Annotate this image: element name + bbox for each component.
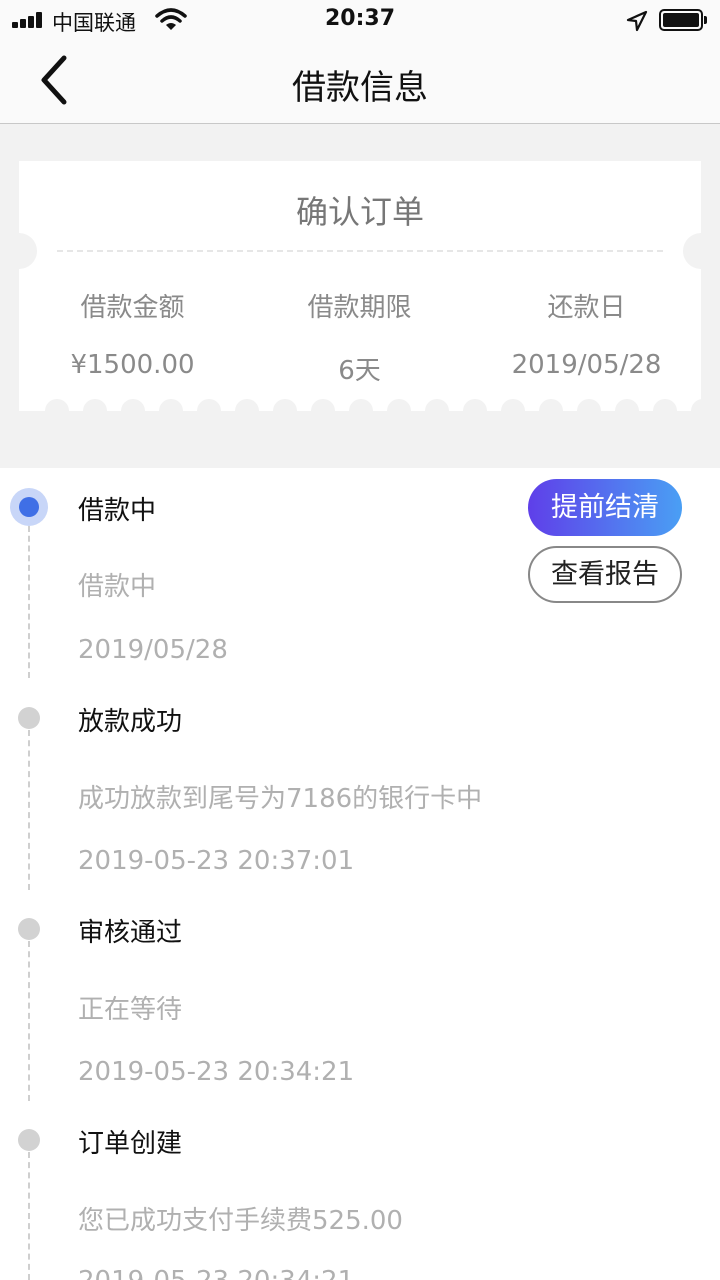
- timeline-item-title: 放款成功: [78, 707, 183, 737]
- scallop-cutout: [577, 399, 601, 413]
- order-ticket-card: 确认订单 借款金额 ¥1500.00 借款期限 6天 还款日 2019/05/2…: [1, 161, 719, 411]
- timeline-item-description: 借款中: [78, 572, 157, 602]
- timeline-item-description: 成功放款到尾号为7186的银行卡中: [78, 784, 483, 814]
- scallop-cutout: [425, 399, 449, 413]
- timeline-item-time: 2019-05-23 20:34:21: [78, 1057, 355, 1087]
- scallop-cutout: [501, 399, 525, 413]
- loan-amount-value: ¥1500.00: [70, 350, 195, 380]
- location-arrow-icon: [626, 10, 648, 32]
- repayment-date-label: 还款日: [547, 293, 626, 323]
- loan-term-label: 借款期限: [307, 293, 412, 323]
- scallop-cutout: [539, 399, 563, 413]
- ticket-scalloped-edge: [19, 399, 701, 413]
- order-summary-section: 确认订单 借款金额 ¥1500.00 借款期限 6天 还款日 2019/05/2…: [0, 124, 720, 468]
- timeline-item-title: 审核通过: [78, 918, 183, 948]
- early-settlement-button[interactable]: 提前结清: [528, 479, 682, 536]
- timeline-item-title: 订单创建: [78, 1129, 183, 1159]
- timeline-item-title: 借款中: [78, 496, 157, 526]
- timeline-item-time: 2019-05-23 20:37:01: [78, 846, 355, 876]
- timeline-dot: [18, 707, 40, 729]
- ticket-notch-left: [1, 233, 37, 269]
- scallop-cutout: [273, 399, 297, 413]
- loan-term-value: 6天: [338, 356, 381, 386]
- repayment-date-value: 2019/05/28: [511, 350, 662, 380]
- timeline-item-description: 正在等待: [78, 995, 183, 1025]
- scallop-cutout: [121, 399, 145, 413]
- timeline-connector: [28, 941, 30, 1101]
- timeline-dot-active: [10, 488, 48, 526]
- scallop-cutout: [45, 399, 69, 413]
- battery-icon: [659, 9, 707, 31]
- ticket-title: 确认订单: [295, 193, 424, 231]
- loan-status-timeline: 借款中 借款中 2019/05/28 提前结清 查看报告 放款成功 成功放款到尾…: [0, 468, 720, 1280]
- scallop-cutout: [197, 399, 221, 413]
- ticket-divider: [57, 250, 663, 252]
- loan-amount-label: 借款金额: [80, 293, 185, 323]
- scallop-cutout: [235, 399, 259, 413]
- view-report-button[interactable]: 查看报告: [528, 546, 682, 603]
- page-title: 借款信息: [292, 68, 428, 108]
- scallop-cutout: [311, 399, 335, 413]
- scallop-cutout: [463, 399, 487, 413]
- timeline-item-time: 2019/05/28: [78, 635, 228, 665]
- scallop-cutout: [159, 399, 183, 413]
- loan-amount-column: 借款金额 ¥1500.00: [19, 287, 246, 380]
- scallop-cutout: [387, 399, 411, 413]
- repayment-date-column: 还款日 2019/05/28: [473, 287, 700, 380]
- scallop-cutout: [349, 399, 373, 413]
- timeline-connector: [28, 1152, 30, 1280]
- timeline-item-time: 2019-05-23 20:34:21: [78, 1266, 354, 1280]
- timeline-connector: [28, 526, 30, 678]
- scallop-cutout: [615, 399, 639, 413]
- scallop-cutout: [653, 399, 677, 413]
- scallop-cutout: [83, 399, 107, 413]
- timeline-item-description: 您已成功支付手续费525.00: [78, 1206, 403, 1236]
- timeline-connector: [28, 730, 30, 890]
- ticket-notch-right: [683, 233, 719, 269]
- timeline-dot: [18, 1129, 40, 1151]
- status-time: 20:37: [324, 6, 396, 31]
- loan-term-column: 借款期限 6天: [246, 287, 473, 387]
- navigation-bar: 借款信息: [0, 40, 720, 124]
- scallop-cutout: [691, 399, 701, 413]
- timeline-dot: [18, 918, 40, 940]
- status-bar: 中国联通 20:37: [0, 0, 720, 40]
